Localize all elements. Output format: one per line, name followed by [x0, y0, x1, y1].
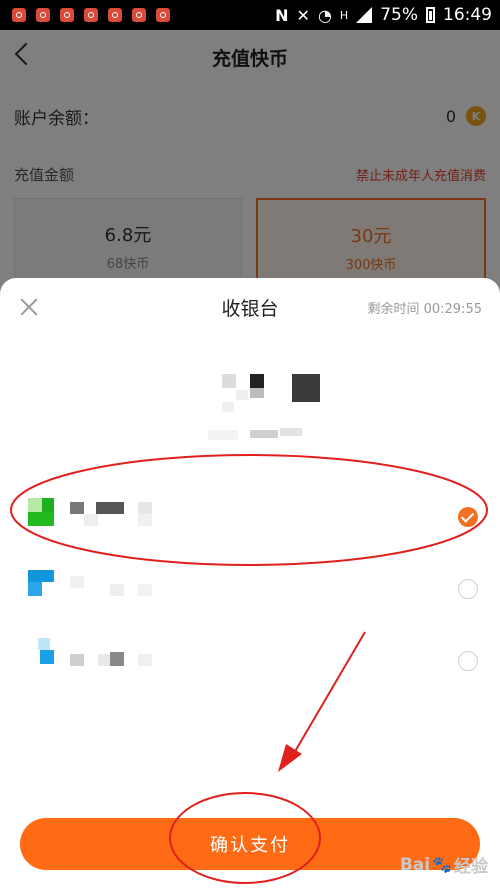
- battery-percent: 75%: [380, 5, 418, 25]
- method-name-pixelated: [138, 584, 152, 596]
- method-name-pixelated: [70, 576, 84, 588]
- app-notification-icon: [36, 8, 50, 22]
- app-notification-icon: [60, 8, 74, 22]
- app-notification-icon: [12, 8, 26, 22]
- method-name-pixelated: [138, 654, 152, 666]
- status-bar: N ✕ ◔ H 75% 16:49: [0, 0, 500, 30]
- watermark-text: 经验: [454, 857, 488, 877]
- radio-unchecked-icon[interactable]: [458, 579, 478, 599]
- method-name-pixelated: [138, 514, 152, 526]
- method-name-pixelated: [98, 654, 110, 666]
- nfc-icon: N: [275, 5, 289, 25]
- app-notification-icon: [84, 8, 98, 22]
- method-name-pixelated: [110, 652, 124, 666]
- radio-checked-icon[interactable]: [458, 507, 478, 527]
- clock: 16:49: [443, 5, 492, 25]
- method-name-pixelated: [70, 654, 84, 666]
- watermark-text: Bai: [399, 854, 431, 875]
- method-name-pixelated: [70, 502, 84, 514]
- battery-icon: [426, 7, 435, 23]
- app-notification-icon: [108, 8, 122, 22]
- baidu-watermark: Bai 🐾 经验: [399, 852, 488, 878]
- method-name-pixelated: [110, 584, 124, 596]
- app-notification-icon: [132, 8, 146, 22]
- wifi-icon: ◔: [317, 5, 332, 25]
- method-name-pixelated: [96, 502, 124, 514]
- status-right: N ✕ ◔ H 75% 16:49: [275, 0, 492, 30]
- app-notification-icon: [156, 8, 170, 22]
- notification-icons: [12, 8, 170, 22]
- payment-method-3[interactable]: [0, 634, 500, 684]
- cashier-sheet: 收银台 剩余时间 00:29:55 确认支付: [0, 278, 500, 889]
- method-name-pixelated: [84, 514, 98, 526]
- radio-unchecked-icon[interactable]: [458, 651, 478, 671]
- payment-method-1[interactable]: [0, 490, 500, 540]
- method-name-pixelated: [138, 502, 152, 514]
- network-type-label: H: [339, 8, 349, 22]
- paw-icon: 🐾: [432, 855, 452, 874]
- signal-icon: [356, 7, 373, 23]
- mute-icon: ✕: [296, 5, 310, 25]
- countdown-timer: 剩余时间 00:29:55: [367, 302, 482, 317]
- payment-method-2[interactable]: [0, 562, 500, 612]
